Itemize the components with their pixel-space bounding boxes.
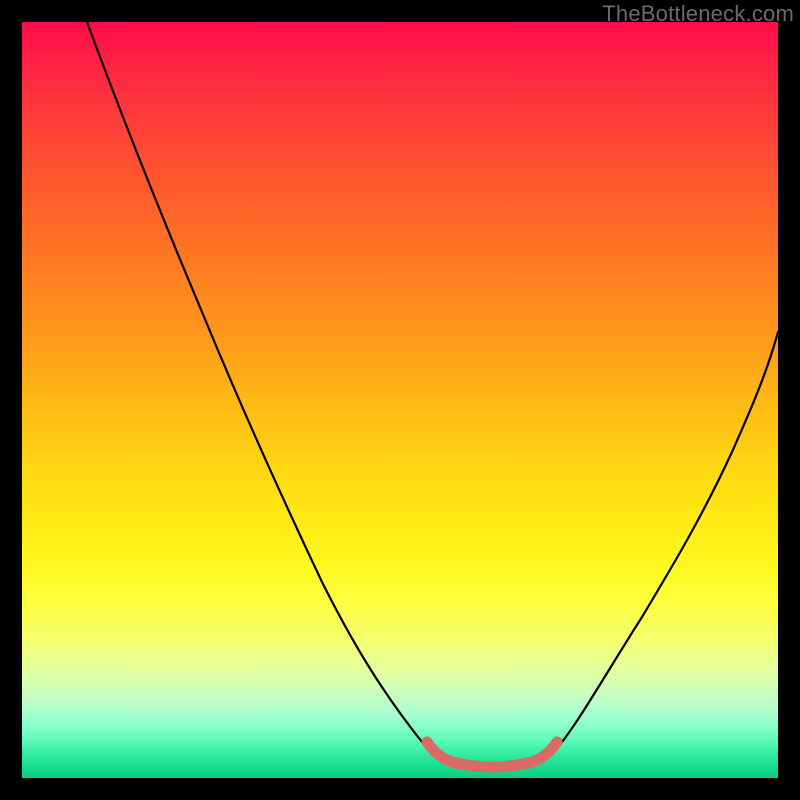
chart-plot-area	[22, 22, 778, 778]
watermark-text: TheBottleneck.com	[602, 1, 794, 27]
bottleneck-curve	[87, 22, 778, 768]
chart-frame: TheBottleneck.com	[0, 0, 800, 800]
optimal-range-marker	[427, 742, 557, 767]
chart-svg	[22, 22, 778, 778]
